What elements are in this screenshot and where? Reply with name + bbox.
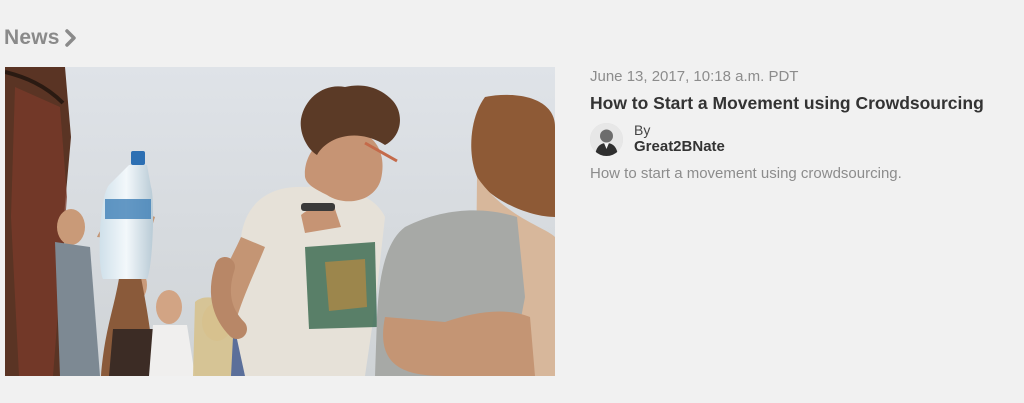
article-timestamp: June 13, 2017, 10:18 a.m. PDT (590, 68, 799, 85)
author-avatar[interactable] (590, 122, 623, 156)
festival-crowd-photo (5, 67, 555, 376)
chevron-right-icon (64, 28, 78, 48)
byline-text: By Great2BNate (634, 122, 725, 156)
article-meta: June 13, 2017, 10:18 a.m. PDT How to Sta… (590, 68, 1020, 183)
article-byline: By Great2BNate (590, 122, 1020, 156)
news-section-link[interactable]: News (4, 26, 78, 50)
article-thumbnail[interactable] (5, 67, 555, 376)
section-title: News (4, 26, 60, 49)
by-label: By (634, 122, 651, 138)
news-page: News June 13, 2017, 10:18 a.m. PDT How t… (0, 0, 1024, 403)
article-headline-link[interactable]: How to Start a Movement using Crowdsourc… (590, 92, 1020, 114)
author-name-link[interactable]: Great2BNate (634, 138, 725, 156)
article-summary: How to start a movement using crowdsourc… (590, 165, 902, 182)
